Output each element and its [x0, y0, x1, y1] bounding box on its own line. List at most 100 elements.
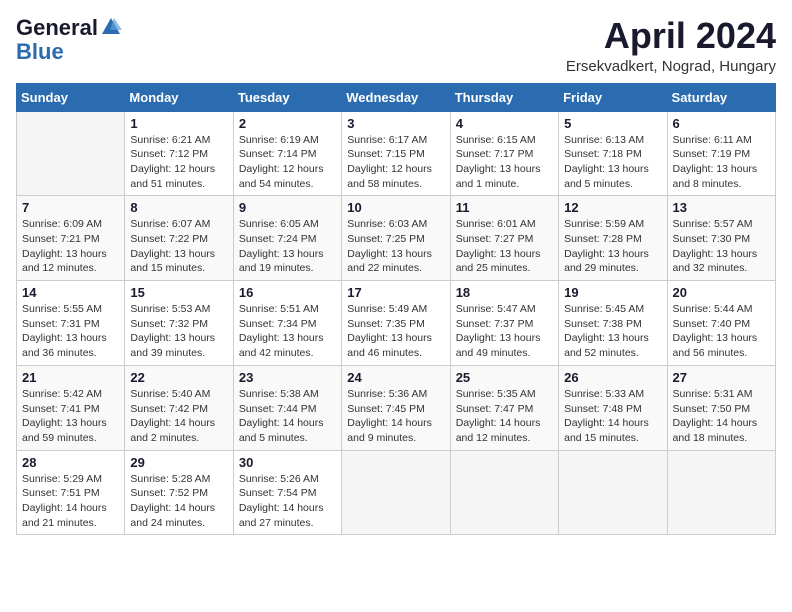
- day-number: 19: [564, 285, 661, 300]
- day-number: 4: [456, 116, 553, 131]
- calendar-cell: 15 Sunrise: 5:53 AMSunset: 7:32 PMDayligh…: [125, 281, 233, 366]
- calendar-week-row: 1 Sunrise: 6:21 AMSunset: 7:12 PMDaylight…: [17, 111, 776, 196]
- calendar-cell: 23 Sunrise: 5:38 AMSunset: 7:44 PMDayligh…: [233, 365, 341, 450]
- day-info: Sunrise: 5:45 AMSunset: 7:38 PMDaylight:…: [564, 302, 661, 361]
- day-number: 10: [347, 200, 444, 215]
- day-number: 13: [673, 200, 770, 215]
- logo: General Blue: [16, 16, 122, 64]
- day-info: Sunrise: 6:21 AMSunset: 7:12 PMDaylight:…: [130, 133, 227, 192]
- calendar-cell: 19 Sunrise: 5:45 AMSunset: 7:38 PMDayligh…: [559, 281, 667, 366]
- day-info: Sunrise: 5:36 AMSunset: 7:45 PMDaylight:…: [347, 387, 444, 446]
- day-info: Sunrise: 5:29 AMSunset: 7:51 PMDaylight:…: [22, 472, 119, 531]
- day-number: 7: [22, 200, 119, 215]
- calendar-header-friday: Friday: [559, 83, 667, 111]
- calendar-cell: 18Sunrise: 5:47 AMSunset: 7:37 PMDayligh…: [450, 281, 558, 366]
- logo-blue: Blue: [16, 40, 64, 64]
- calendar-cell: 24 Sunrise: 5:36 AMSunset: 7:45 PMDayligh…: [342, 365, 450, 450]
- calendar-cell: 25 Sunrise: 5:35 AMSunset: 7:47 PMDayligh…: [450, 365, 558, 450]
- day-number: 29: [130, 455, 227, 470]
- calendar-cell: 27 Sunrise: 5:31 AMSunset: 7:50 PMDayligh…: [667, 365, 775, 450]
- calendar-cell: 28 Sunrise: 5:29 AMSunset: 7:51 PMDayligh…: [17, 450, 125, 535]
- calendar-cell: 12Sunrise: 5:59 AMSunset: 7:28 PMDayligh…: [559, 196, 667, 281]
- day-info: Sunrise: 6:11 AMSunset: 7:19 PMDaylight:…: [673, 133, 770, 192]
- day-number: 5: [564, 116, 661, 131]
- calendar-header-sunday: Sunday: [17, 83, 125, 111]
- calendar-cell: 4 Sunrise: 6:15 AMSunset: 7:17 PMDaylight…: [450, 111, 558, 196]
- calendar-cell: [559, 450, 667, 535]
- calendar-cell: 13 Sunrise: 5:57 AMSunset: 7:30 PMDayligh…: [667, 196, 775, 281]
- day-number: 11: [456, 200, 553, 215]
- day-info: Sunrise: 5:26 AMSunset: 7:54 PMDaylight:…: [239, 472, 336, 531]
- day-number: 3: [347, 116, 444, 131]
- day-info: Sunrise: 5:49 AMSunset: 7:35 PMDaylight:…: [347, 302, 444, 361]
- calendar-cell: 5Sunrise: 6:13 AMSunset: 7:18 PMDaylight…: [559, 111, 667, 196]
- logo-general: General: [16, 16, 98, 40]
- day-info: Sunrise: 6:15 AMSunset: 7:17 PMDaylight:…: [456, 133, 553, 192]
- calendar-header-thursday: Thursday: [450, 83, 558, 111]
- day-number: 16: [239, 285, 336, 300]
- calendar-cell: 2 Sunrise: 6:19 AMSunset: 7:14 PMDaylight…: [233, 111, 341, 196]
- calendar-header-wednesday: Wednesday: [342, 83, 450, 111]
- calendar-header-tuesday: Tuesday: [233, 83, 341, 111]
- day-info: Sunrise: 5:38 AMSunset: 7:44 PMDaylight:…: [239, 387, 336, 446]
- day-info: Sunrise: 5:57 AMSunset: 7:30 PMDaylight:…: [673, 217, 770, 276]
- calendar-cell: 16Sunrise: 5:51 AMSunset: 7:34 PMDayligh…: [233, 281, 341, 366]
- calendar-cell: 26 Sunrise: 5:33 AMSunset: 7:48 PMDayligh…: [559, 365, 667, 450]
- day-info: Sunrise: 6:17 AMSunset: 7:15 PMDaylight:…: [347, 133, 444, 192]
- day-number: 24: [347, 370, 444, 385]
- day-info: Sunrise: 5:28 AMSunset: 7:52 PMDaylight:…: [130, 472, 227, 531]
- day-info: Sunrise: 6:19 AMSunset: 7:14 PMDaylight:…: [239, 133, 336, 192]
- day-info: Sunrise: 6:03 AMSunset: 7:25 PMDaylight:…: [347, 217, 444, 276]
- day-info: Sunrise: 5:31 AMSunset: 7:50 PMDaylight:…: [673, 387, 770, 446]
- day-number: 17: [347, 285, 444, 300]
- day-number: 18: [456, 285, 553, 300]
- day-number: 21: [22, 370, 119, 385]
- day-number: 12: [564, 200, 661, 215]
- day-info: Sunrise: 5:35 AMSunset: 7:47 PMDaylight:…: [456, 387, 553, 446]
- calendar-header-row: SundayMondayTuesdayWednesdayThursdayFrid…: [17, 83, 776, 111]
- logo-icon: [100, 16, 122, 38]
- calendar-cell: 9Sunrise: 6:05 AMSunset: 7:24 PMDaylight…: [233, 196, 341, 281]
- day-info: Sunrise: 5:42 AMSunset: 7:41 PMDaylight:…: [22, 387, 119, 446]
- calendar-cell: 14 Sunrise: 5:55 AMSunset: 7:31 PMDayligh…: [17, 281, 125, 366]
- day-info: Sunrise: 5:53 AMSunset: 7:32 PMDaylight:…: [130, 302, 227, 361]
- calendar-cell: 22Sunrise: 5:40 AMSunset: 7:42 PMDayligh…: [125, 365, 233, 450]
- calendar-cell: 11Sunrise: 6:01 AMSunset: 7:27 PMDayligh…: [450, 196, 558, 281]
- day-number: 2: [239, 116, 336, 131]
- calendar-cell: 10 Sunrise: 6:03 AMSunset: 7:25 PMDayligh…: [342, 196, 450, 281]
- calendar-week-row: 7 Sunrise: 6:09 AMSunset: 7:21 PMDaylight…: [17, 196, 776, 281]
- calendar-cell: 17 Sunrise: 5:49 AMSunset: 7:35 PMDayligh…: [342, 281, 450, 366]
- day-number: 25: [456, 370, 553, 385]
- calendar-week-row: 14 Sunrise: 5:55 AMSunset: 7:31 PMDayligh…: [17, 281, 776, 366]
- calendar-header-monday: Monday: [125, 83, 233, 111]
- calendar-table: SundayMondayTuesdayWednesdayThursdayFrid…: [16, 83, 776, 536]
- day-number: 1: [130, 116, 227, 131]
- day-number: 14: [22, 285, 119, 300]
- location-title: Ersekvadkert, Nograd, Hungary: [566, 58, 776, 75]
- day-info: Sunrise: 6:07 AMSunset: 7:22 PMDaylight:…: [130, 217, 227, 276]
- calendar-cell: [17, 111, 125, 196]
- day-number: 23: [239, 370, 336, 385]
- calendar-cell: [667, 450, 775, 535]
- day-number: 15: [130, 285, 227, 300]
- calendar-cell: 8Sunrise: 6:07 AMSunset: 7:22 PMDaylight…: [125, 196, 233, 281]
- day-number: 28: [22, 455, 119, 470]
- day-number: 26: [564, 370, 661, 385]
- calendar-cell: 29 Sunrise: 5:28 AMSunset: 7:52 PMDayligh…: [125, 450, 233, 535]
- calendar-cell: 7 Sunrise: 6:09 AMSunset: 7:21 PMDaylight…: [17, 196, 125, 281]
- day-number: 27: [673, 370, 770, 385]
- day-info: Sunrise: 5:33 AMSunset: 7:48 PMDaylight:…: [564, 387, 661, 446]
- calendar-cell: 21 Sunrise: 5:42 AMSunset: 7:41 PMDayligh…: [17, 365, 125, 450]
- calendar-cell: 30 Sunrise: 5:26 AMSunset: 7:54 PMDayligh…: [233, 450, 341, 535]
- calendar-cell: 3 Sunrise: 6:17 AMSunset: 7:15 PMDaylight…: [342, 111, 450, 196]
- day-info: Sunrise: 5:40 AMSunset: 7:42 PMDaylight:…: [130, 387, 227, 446]
- calendar-week-row: 28 Sunrise: 5:29 AMSunset: 7:51 PMDayligh…: [17, 450, 776, 535]
- calendar-cell: 20Sunrise: 5:44 AMSunset: 7:40 PMDayligh…: [667, 281, 775, 366]
- month-title: April 2024: [566, 16, 776, 56]
- day-info: Sunrise: 5:44 AMSunset: 7:40 PMDaylight:…: [673, 302, 770, 361]
- calendar-cell: [342, 450, 450, 535]
- day-number: 30: [239, 455, 336, 470]
- day-info: Sunrise: 6:09 AMSunset: 7:21 PMDaylight:…: [22, 217, 119, 276]
- day-info: Sunrise: 5:55 AMSunset: 7:31 PMDaylight:…: [22, 302, 119, 361]
- title-area: April 2024 Ersekvadkert, Nograd, Hungary: [566, 16, 776, 75]
